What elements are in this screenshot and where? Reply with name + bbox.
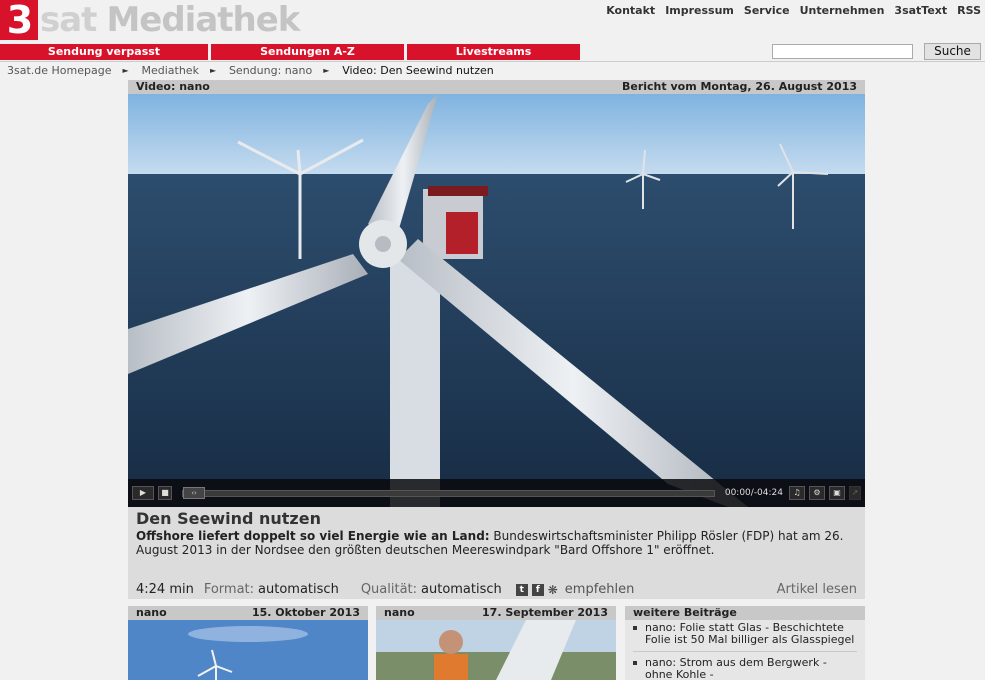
video-meta: 4:24 min Format: automatisch Qualität: a… <box>136 582 857 598</box>
nav-sendungen-a-z[interactable]: Sendungen A-Z <box>211 44 404 60</box>
video-frame-wind-turbines <box>128 94 865 507</box>
breadcrumb-mediathek[interactable]: Mediathek <box>141 64 198 78</box>
breadcrumb-arrow-icon: ► <box>323 66 330 75</box>
timecode: 00:00/-04:24 <box>724 488 783 498</box>
breadcrumb-arrow-icon: ► <box>122 66 129 75</box>
teaser-date: 15. Oktober 2013 <box>251 606 360 619</box>
gear-icon[interactable]: ❋ <box>548 584 561 597</box>
video-panel: Video: nano Bericht vom Montag, 26. Augu… <box>128 80 865 599</box>
link-impressum[interactable]: Impressum <box>665 4 734 18</box>
link-rss[interactable]: RSS <box>957 4 981 18</box>
play-icon[interactable]: ▶ <box>132 486 154 500</box>
teaser-thumbnail[interactable] <box>376 620 616 680</box>
link-unternehmen[interactable]: Unternehmen <box>800 4 885 18</box>
video-title: Den Seewind nutzen <box>136 509 321 528</box>
breadcrumb-arrow-icon: ► <box>209 66 217 75</box>
search-input[interactable] <box>772 44 913 59</box>
volume-icon[interactable]: ♫ <box>789 486 805 500</box>
breadcrumb-current: Video: Den Seewind nutzen <box>342 64 494 77</box>
teaser-header: nano 15. Oktober 2013 <box>128 606 368 620</box>
link-kontakt[interactable]: Kontakt <box>606 4 655 18</box>
player-controls: ▶ ■ ‹› 00:00/-04:24 ♫ ⚙ ▣ ↗ <box>128 479 865 507</box>
link-3sattext[interactable]: 3satText <box>894 4 947 18</box>
teaser-card[interactable]: nano 17. September 2013 <box>376 606 616 680</box>
teaser-thumbnail[interactable] <box>128 620 368 680</box>
logo[interactable]: 3 sat Mediathek <box>0 0 300 40</box>
video-date-label: Bericht vom Montag, 26. August 2013 <box>621 80 857 93</box>
quality-value[interactable]: automatisch <box>421 582 502 598</box>
video-header: Video: nano Bericht vom Montag, 26. Augu… <box>128 80 865 94</box>
video-duration: 4:24 min <box>136 582 194 597</box>
video-lead: Offshore liefert doppelt so viel Energie… <box>136 529 490 543</box>
logo-section: Mediathek <box>106 0 300 40</box>
read-article-link[interactable]: Artikel lesen <box>777 582 857 598</box>
logo-number: 3 <box>0 0 38 40</box>
video-info: Den Seewind nutzen Offshore liefert dopp… <box>128 507 865 559</box>
main-nav: Sendung verpasst Sendungen A-Z Livestrea… <box>0 44 580 60</box>
nav-sendung-verpasst[interactable]: Sendung verpasst <box>0 44 208 60</box>
link-service[interactable]: Service <box>744 4 790 18</box>
search-button[interactable]: Suche <box>924 43 981 60</box>
more-articles-list: nano: Folie statt Glas - Beschichtete Fo… <box>625 620 865 680</box>
format-value[interactable]: automatisch <box>258 582 339 598</box>
recommend-link[interactable]: empfehlen <box>565 582 635 598</box>
header-divider <box>0 61 985 62</box>
twitter-icon[interactable]: t <box>515 584 528 596</box>
nav-livestreams[interactable]: Livestreams <box>407 44 580 60</box>
format-label: Format: <box>203 582 255 597</box>
more-articles-title: weitere Beiträge <box>625 606 865 620</box>
top-links: Kontakt Impressum Service Unternehmen 3s… <box>606 4 981 18</box>
popout-icon[interactable]: ↗ <box>849 486 861 500</box>
breadcrumb: 3sat.de Homepage ► Mediathek ► Sendung: … <box>7 64 494 78</box>
mediathek-page: 3 sat Mediathek Kontakt Impressum Service… <box>0 0 985 680</box>
progress-handle[interactable]: ‹› <box>183 486 205 499</box>
video-description: Offshore liefert doppelt so viel Energie… <box>136 529 857 557</box>
breadcrumb-homepage[interactable]: 3sat.de Homepage <box>7 64 111 78</box>
teaser-show: nano <box>136 606 167 619</box>
quality-label: Qualität: <box>360 582 418 597</box>
breadcrumb-sendung[interactable]: Sendung: nano <box>229 64 312 78</box>
teaser-date: 17. September 2013 <box>482 606 608 619</box>
list-item[interactable]: nano: Folie statt Glas - Beschichtete Fo… <box>633 622 857 652</box>
settings-icon[interactable]: ⚙ <box>809 486 825 500</box>
teaser-show: nano <box>384 606 415 619</box>
video-show-label: Video: nano <box>136 80 210 93</box>
logo-name: sat <box>40 0 97 40</box>
teaser-header: nano 17. September 2013 <box>376 606 616 620</box>
list-item[interactable]: nano: Strom aus dem Bergwerk - ohne Kohl… <box>633 657 857 680</box>
video-player[interactable]: ▶ ■ ‹› 00:00/-04:24 ♫ ⚙ ▣ ↗ <box>128 94 865 507</box>
stop-icon[interactable]: ■ <box>158 486 172 500</box>
fullscreen-icon[interactable]: ▣ <box>829 486 845 500</box>
more-articles: weitere Beiträge nano: Folie statt Glas … <box>625 606 865 680</box>
teaser-card[interactable]: nano 15. Oktober 2013 <box>128 606 368 680</box>
progress-track[interactable]: ‹› <box>182 486 715 499</box>
facebook-icon[interactable]: f <box>531 584 544 596</box>
